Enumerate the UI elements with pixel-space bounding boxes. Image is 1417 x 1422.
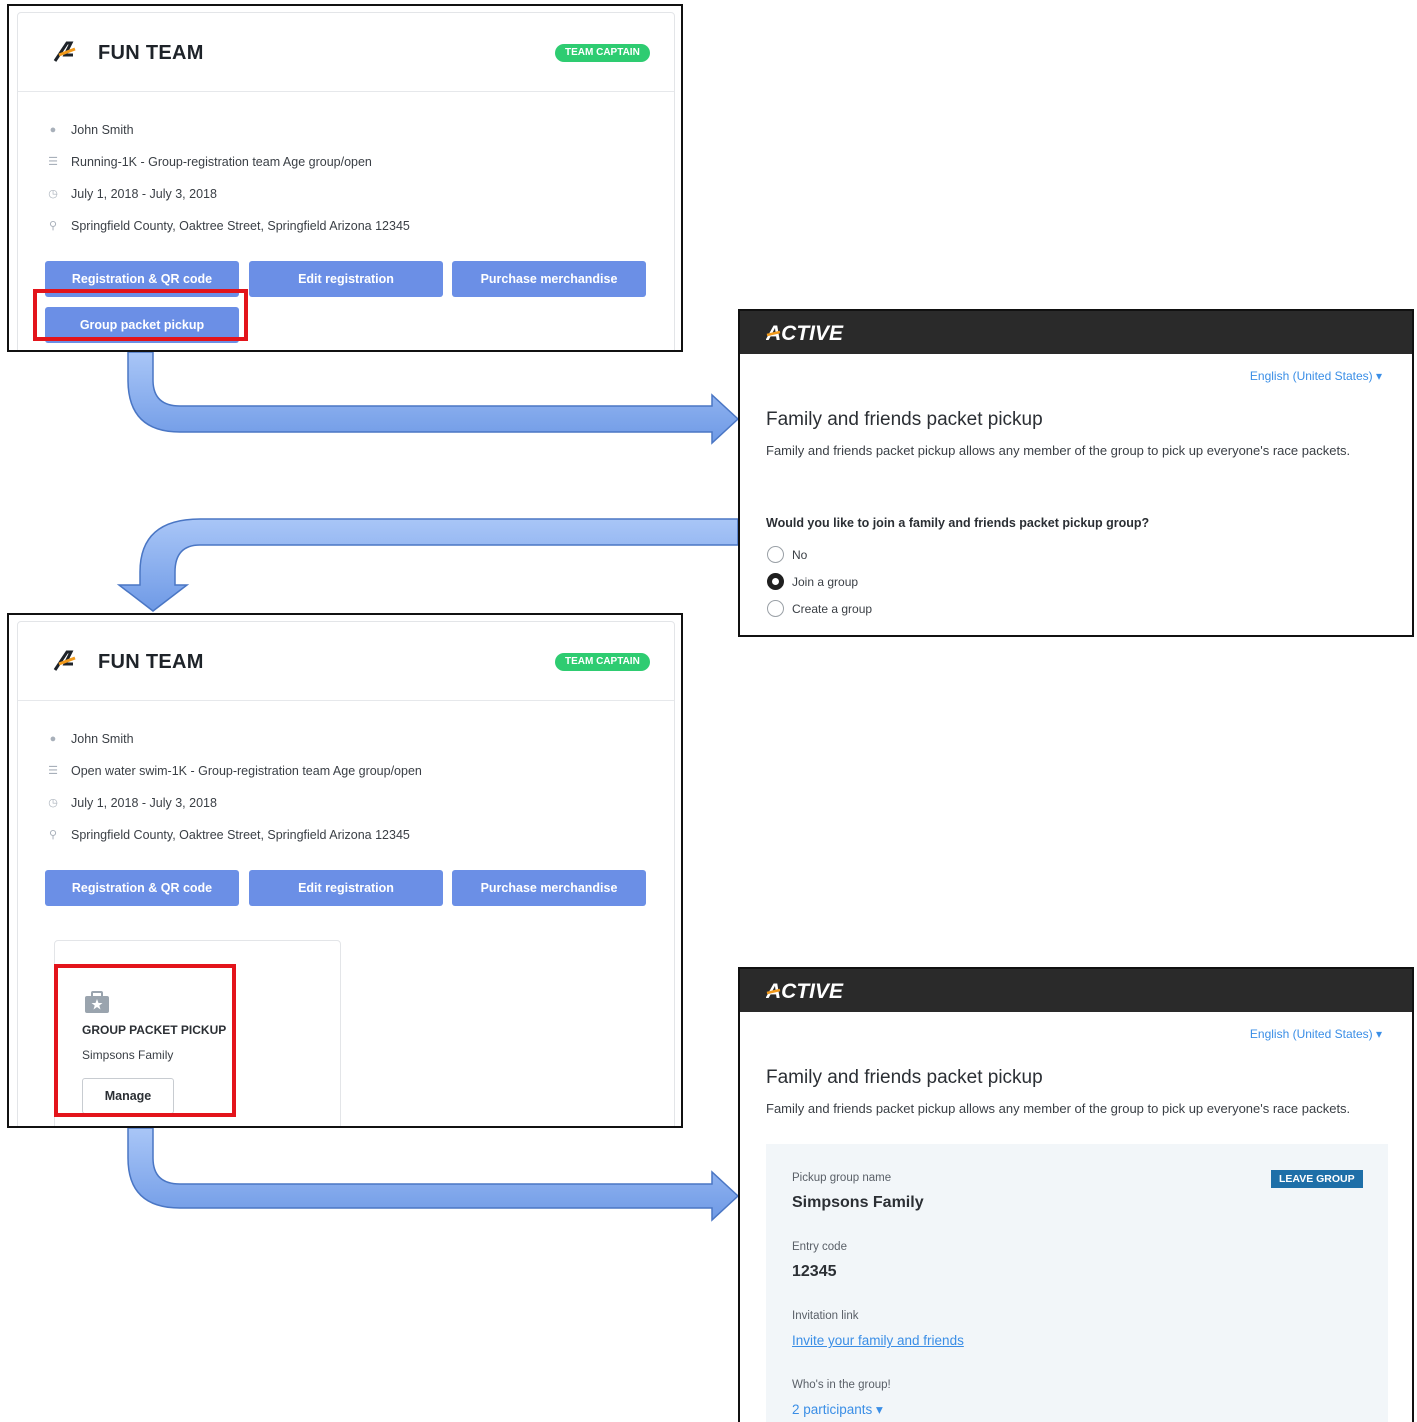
team-captain-badge: TEAM CAPTAIN <box>555 44 650 62</box>
purchase-merchandise-button[interactable]: Purchase merchandise <box>452 261 646 297</box>
join-form-panel: ACTIVE English (United States) ▾ Family … <box>738 309 1414 637</box>
group-name-label: Pickup group name <box>792 1172 892 1184</box>
highlight-box <box>54 964 236 1117</box>
option-create-label: Create a group <box>792 602 873 616</box>
location-pin-icon: ⚲ <box>48 220 58 232</box>
card-header: FUN TEAM TEAM CAPTAIN <box>18 13 674 92</box>
active-a-logo-icon <box>53 650 76 671</box>
person-icon: ● <box>49 733 57 745</box>
join-question: Would you like to join a family and frie… <box>766 516 1150 530</box>
event-location: Springfield County, Oaktree Street, Spri… <box>71 828 410 842</box>
event-row: ☰ Open water swim-1K - Group-registration… <box>45 761 422 781</box>
participants-dropdown[interactable]: 2 participants ▾ <box>792 1402 883 1418</box>
members-label: Who's in the group! <box>792 1379 891 1391</box>
group-name-value: Simpsons Family <box>792 1194 924 1211</box>
page-description: Family and friends packet pickup allows … <box>766 443 1351 458</box>
arrow-to-group-view <box>127 1127 740 1222</box>
date-row: ◷ July 1, 2018 - July 3, 2018 <box>45 184 217 204</box>
arrow-to-join-form <box>127 351 740 445</box>
team-name: FUN TEAM <box>98 42 204 64</box>
highlight-box <box>33 289 248 341</box>
location-row: ⚲ Springfield County, Oaktree Street, Spr… <box>45 216 410 236</box>
clock-icon: ◷ <box>48 797 58 809</box>
event-row: ☰ Running-1K - Group-registration team Ag… <box>45 152 372 172</box>
date-row: ◷ July 1, 2018 - July 3, 2018 <box>45 793 217 813</box>
person-icon: ● <box>49 124 57 136</box>
team-captain-badge: TEAM CAPTAIN <box>555 653 650 671</box>
event-location: Springfield County, Oaktree Street, Spri… <box>71 219 410 233</box>
page-description: Family and friends packet pickup allows … <box>766 1101 1351 1116</box>
radio-join-group[interactable] <box>767 573 784 590</box>
radio-no[interactable] <box>767 546 784 563</box>
team-name: FUN TEAM <box>98 651 204 673</box>
clock-icon: ◷ <box>48 188 58 200</box>
person-row: ● John Smith <box>45 120 134 140</box>
active-logo-icon: ACTIVE <box>766 322 844 343</box>
language-selector[interactable]: English (United States) ▾ <box>1250 1027 1382 1041</box>
page-title: Family and friends packet pickup <box>766 1067 1043 1088</box>
event-name: Open water swim-1K - Group-registration … <box>71 764 422 778</box>
option-join-label: Join a group <box>792 575 859 589</box>
radio-create-group[interactable] <box>767 600 784 617</box>
registration-qr-button[interactable]: Registration & QR code <box>45 870 239 906</box>
group-details: Pickup group name LEAVE GROUP Simpsons F… <box>766 1144 1388 1422</box>
person-name: John Smith <box>71 732 134 746</box>
option-no-label: No <box>792 548 808 562</box>
purchase-merchandise-button[interactable]: Purchase merchandise <box>452 870 646 906</box>
edit-registration-button[interactable]: Edit registration <box>249 870 443 906</box>
list-icon: ☰ <box>48 765 58 777</box>
option-join-group[interactable]: Join a group <box>767 573 858 591</box>
option-create-group[interactable]: Create a group <box>767 600 872 618</box>
page-title: Family and friends packet pickup <box>766 409 1043 430</box>
list-icon: ☰ <box>48 156 58 168</box>
active-header: ACTIVE <box>740 311 1412 354</box>
location-row: ⚲ Springfield County, Oaktree Street, Spr… <box>45 825 410 845</box>
active-header: ACTIVE <box>740 969 1412 1012</box>
event-dates: July 1, 2018 - July 3, 2018 <box>71 187 217 201</box>
language-selector[interactable]: English (United States) ▾ <box>1250 369 1382 383</box>
event-name: Running-1K - Group-registration team Age… <box>71 155 372 169</box>
person-name: John Smith <box>71 123 134 137</box>
entry-code-label: Entry code <box>792 1241 847 1253</box>
active-logo-icon: ACTIVE <box>766 980 844 1001</box>
event-dates: July 1, 2018 - July 3, 2018 <box>71 796 217 810</box>
active-a-logo-icon <box>53 41 76 62</box>
arrow-to-card2 <box>116 518 739 612</box>
invitation-link-label: Invitation link <box>792 1310 859 1322</box>
invite-link[interactable]: Invite your family and friends <box>792 1333 964 1348</box>
option-no[interactable]: No <box>767 546 807 564</box>
card-header: FUN TEAM TEAM CAPTAIN <box>18 622 674 701</box>
edit-registration-button[interactable]: Edit registration <box>249 261 443 297</box>
person-row: ● John Smith <box>45 729 134 749</box>
leave-group-button[interactable]: LEAVE GROUP <box>1271 1170 1363 1188</box>
entry-code-value: 12345 <box>792 1263 837 1280</box>
group-view-panel: ACTIVE English (United States) ▾ Family … <box>738 967 1414 1422</box>
location-pin-icon: ⚲ <box>48 829 58 841</box>
